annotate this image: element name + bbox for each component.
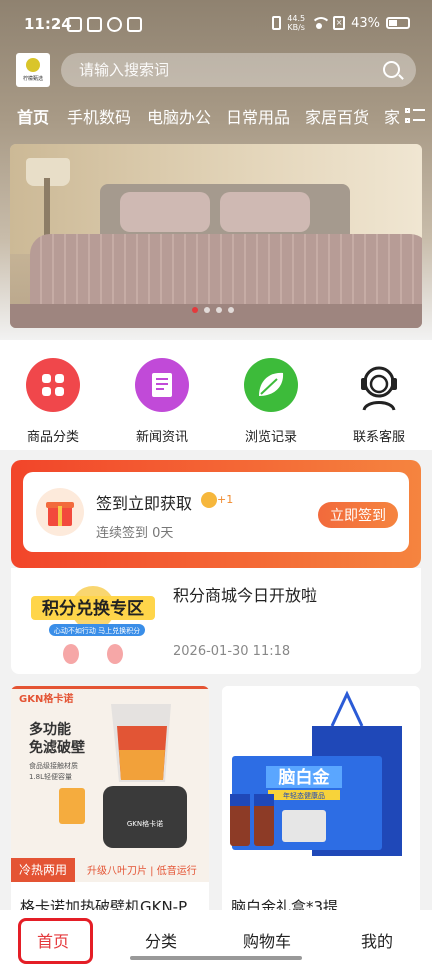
gallery-icon bbox=[67, 17, 82, 32]
quick-label: 新闻资讯 bbox=[135, 430, 188, 445]
vibrate-icon bbox=[272, 16, 282, 30]
news-date: 2026-01-30 11:18 bbox=[173, 644, 291, 659]
news-title: 积分商城今日开放啦 bbox=[173, 586, 318, 605]
quick-item-categories[interactable]: 商品分类 bbox=[8, 358, 98, 445]
quick-item-history[interactable]: 浏览记录 bbox=[226, 358, 316, 445]
no-sim-icon: × bbox=[333, 16, 346, 30]
product-card[interactable]: 脑白金 年轻态健康品 脑白金礼盒*3提 bbox=[222, 686, 420, 918]
category-menu-icon[interactable] bbox=[405, 106, 425, 126]
svg-text:多功能: 多功能 bbox=[29, 721, 71, 738]
news-thumb-sub: 心动不如行动 马上兑换积分 bbox=[54, 626, 140, 635]
net-speed-value: 44.5 bbox=[287, 14, 306, 23]
nav-category[interactable]: 分类 bbox=[145, 928, 177, 952]
svg-text:免滤破壁: 免滤破壁 bbox=[29, 739, 85, 756]
search-input[interactable] bbox=[79, 59, 369, 81]
tab-home-goods[interactable]: 家居百货 bbox=[305, 104, 369, 128]
news-icon bbox=[135, 358, 189, 412]
quick-label: 浏览记录 bbox=[244, 430, 297, 445]
news-thumb-title: 积分兑换专区 bbox=[42, 598, 144, 619]
status-time: 11:24 bbox=[24, 15, 72, 33]
quick-label: 联系客服 bbox=[352, 430, 405, 445]
product-card[interactable]: GKN格卡诺 多功能 免滤破壁 食品级接触材质 1.8L轻便容量 GKN格卡诺 … bbox=[11, 686, 209, 918]
signin-card: 签到立即获取 +1 连续签到 0天 立即签到 bbox=[23, 472, 409, 552]
tab-more-partial[interactable]: 家 bbox=[384, 104, 400, 128]
svg-text:GKN格卡诺: GKN格卡诺 bbox=[127, 819, 163, 828]
tab-phones-digital[interactable]: 手机数码 bbox=[67, 104, 131, 128]
banner-dot-active bbox=[192, 307, 198, 313]
message-icon bbox=[127, 17, 142, 32]
product-box-sub: 年轻态健康品 bbox=[283, 791, 325, 800]
search-bar[interactable] bbox=[61, 53, 416, 87]
grid-icon bbox=[26, 358, 80, 412]
tab-computers-office[interactable]: 电脑办公 bbox=[147, 104, 211, 128]
search-icon[interactable] bbox=[383, 61, 400, 78]
coin-icon bbox=[201, 492, 217, 508]
product-image: 脑白金 年轻态健康品 bbox=[222, 686, 420, 882]
product-box-text: 脑白金 bbox=[279, 767, 331, 788]
banner-dot bbox=[216, 307, 222, 313]
signin-bonus: +1 bbox=[217, 493, 234, 506]
promo-banner[interactable] bbox=[10, 144, 422, 328]
notification-icons bbox=[67, 17, 142, 32]
lemon-icon bbox=[26, 58, 40, 72]
home-page: 11:24 44.5 KB/s × 43% 柠檬甄选 首页 手机数码 bbox=[0, 0, 432, 964]
battery-icon bbox=[386, 17, 410, 29]
pillow bbox=[120, 192, 210, 232]
product-features: 升级八叶刀片 | 低音运行 bbox=[87, 864, 197, 877]
app-notification-icon bbox=[87, 17, 102, 32]
product-brand: GKN格卡诺 bbox=[19, 692, 73, 705]
logo-text: 柠檬甄选 bbox=[22, 76, 43, 82]
quick-label: 商品分类 bbox=[26, 430, 79, 445]
signin-button[interactable]: 立即签到 bbox=[318, 502, 398, 528]
status-right: 44.5 KB/s × 43% bbox=[272, 14, 410, 32]
nav-home-highlight bbox=[18, 918, 93, 964]
wifi-icon bbox=[311, 17, 332, 29]
nav-cart[interactable]: 购物车 bbox=[243, 928, 291, 952]
banner-indicator bbox=[0, 307, 432, 315]
net-speed-unit: KB/s bbox=[287, 23, 305, 32]
product-spec-2: 1.8L轻便容量 bbox=[29, 772, 72, 781]
battery-percent: 43% bbox=[351, 15, 380, 31]
tab-daily-goods[interactable]: 日常用品 bbox=[226, 104, 290, 128]
news-item[interactable]: 积分兑换专区 心动不如行动 马上兑换积分 积分商城今日开放啦 2026-01-3… bbox=[11, 568, 421, 674]
news-thumbnail: 积分兑换专区 心动不如行动 马上兑换积分 bbox=[27, 578, 159, 666]
app-logo[interactable]: 柠檬甄选 bbox=[16, 53, 50, 87]
product-spec-1: 食品级接触材质 bbox=[29, 761, 78, 770]
link-icon bbox=[107, 17, 122, 32]
pillow bbox=[220, 192, 310, 232]
quick-menu: 商品分类 新闻资讯 浏览记录 联系客服 bbox=[0, 340, 432, 450]
nav-profile[interactable]: 我的 bbox=[361, 928, 393, 952]
gift-icon bbox=[36, 488, 84, 536]
lamp bbox=[44, 178, 50, 240]
headset-icon bbox=[352, 358, 406, 412]
signin-title: 签到立即获取 bbox=[96, 494, 193, 513]
product-image: GKN格卡诺 多功能 免滤破壁 食品级接触材质 1.8L轻便容量 GKN格卡诺 … bbox=[11, 686, 209, 882]
quick-item-news[interactable]: 新闻资讯 bbox=[117, 358, 207, 445]
banner-dot bbox=[204, 307, 210, 313]
product-tag: 冷热两用 bbox=[19, 863, 67, 877]
net-speed: 44.5 KB/s bbox=[287, 14, 305, 32]
gesture-bar bbox=[130, 956, 302, 960]
banner-dot bbox=[228, 307, 234, 313]
category-tabs: 首页 手机数码 电脑办公 日常用品 家居百货 家 bbox=[0, 104, 404, 134]
quick-item-customer-service[interactable]: 联系客服 bbox=[334, 358, 424, 445]
leaf-icon bbox=[244, 358, 298, 412]
tab-home[interactable]: 首页 bbox=[17, 104, 49, 128]
signin-streak: 连续签到 0天 bbox=[96, 526, 174, 541]
status-bar: 11:24 44.5 KB/s × 43% bbox=[0, 0, 432, 50]
